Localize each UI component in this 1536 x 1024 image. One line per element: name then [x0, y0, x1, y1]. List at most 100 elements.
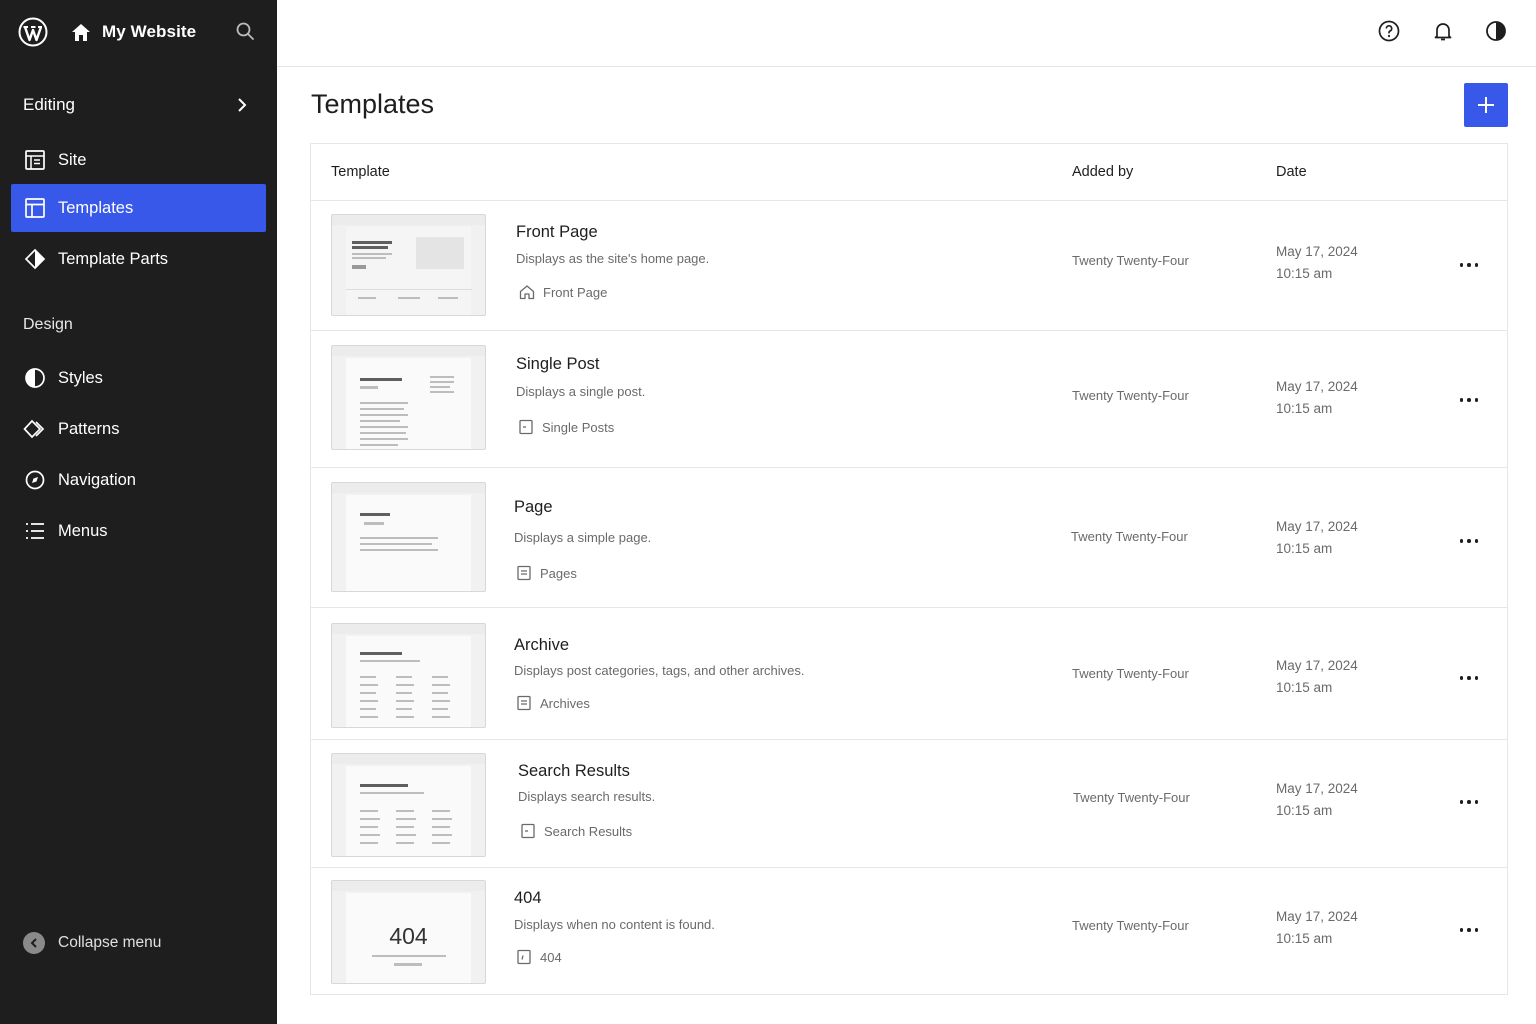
page-icon: [517, 565, 531, 581]
templates-icon: [25, 198, 45, 218]
sidebar-item-patterns[interactable]: Patterns: [11, 405, 266, 453]
template-preview-thumbnail[interactable]: [331, 482, 486, 592]
template-preview-thumbnail[interactable]: 404: [331, 880, 486, 984]
sidebar-item-template-parts[interactable]: Template Parts: [11, 235, 266, 283]
collapse-menu-button[interactable]: Collapse menu: [23, 932, 161, 954]
template-description: Displays a single post.: [516, 384, 646, 399]
top-bar: [277, 0, 1536, 67]
template-meta: 404: [515, 948, 562, 966]
more-actions-icon[interactable]: [1451, 388, 1487, 412]
column-header-template[interactable]: Template: [331, 164, 390, 180]
template-author: Twenty Twenty-Four: [1073, 790, 1190, 805]
sidebar-item-navigation[interactable]: Navigation: [11, 456, 266, 504]
template-author: Twenty Twenty-Four: [1071, 529, 1188, 544]
template-title[interactable]: Archive: [514, 636, 569, 655]
table-row[interactable]: 404 404 Displays when no content is foun…: [311, 868, 1507, 995]
template-meta-label: Front Page: [543, 284, 608, 300]
table-row[interactable]: Page Displays a simple page. Pages Twent…: [311, 468, 1507, 608]
post-icon: [519, 419, 533, 435]
menus-icon: [26, 523, 44, 539]
template-meta: Archives: [515, 694, 590, 712]
template-preview-thumbnail[interactable]: [331, 214, 486, 316]
templates-table: Template Added by Date Front Page Displa…: [310, 143, 1508, 995]
template-meta-label: 404: [540, 949, 562, 965]
template-title[interactable]: Single Post: [516, 355, 599, 374]
template-title[interactable]: Front Page: [516, 223, 598, 242]
date-value: May 17, 2024: [1276, 909, 1358, 924]
template-preview-thumbnail[interactable]: [331, 345, 486, 450]
table-row[interactable]: Archive Displays post categories, tags, …: [311, 608, 1507, 740]
404-icon: [517, 949, 531, 965]
navigation-icon: [25, 470, 45, 490]
template-meta: Single Posts: [517, 418, 614, 436]
collapse-label: Collapse menu: [58, 934, 162, 951]
sidebar-item-label: Navigation: [58, 470, 136, 489]
add-template-button[interactable]: [1464, 83, 1508, 127]
more-actions-icon[interactable]: [1451, 253, 1487, 277]
sidebar-item-styles[interactable]: Styles: [11, 354, 266, 402]
contrast-icon[interactable]: [1484, 19, 1508, 43]
time-value: 10:15 am: [1276, 931, 1333, 946]
bell-icon[interactable]: [1431, 19, 1455, 43]
table-row[interactable]: Single Post Displays a single post. Sing…: [311, 331, 1507, 468]
template-author: Twenty Twenty-Four: [1072, 918, 1189, 933]
sidebar-item-label: Site: [58, 150, 87, 169]
time-value: 10:15 am: [1276, 401, 1333, 416]
main-content: Templates Template Added by Date Front P…: [277, 67, 1536, 1024]
sidebar: My Website Editing Site Templates Templa…: [0, 0, 277, 1024]
template-date: May 17, 2024 10:15 am: [1276, 376, 1358, 420]
home-icon: [519, 285, 535, 300]
styles-icon: [25, 368, 45, 388]
editing-label: Editing: [23, 95, 75, 114]
more-actions-icon[interactable]: [1451, 790, 1487, 814]
patterns-icon: [23, 419, 45, 439]
column-header-added-by[interactable]: Added by: [1072, 164, 1133, 180]
template-title[interactable]: 404: [514, 889, 542, 908]
template-author: Twenty Twenty-Four: [1072, 253, 1189, 268]
sidebar-item-templates[interactable]: Templates: [11, 184, 266, 232]
table-header: Template Added by Date: [311, 144, 1507, 201]
more-actions-icon[interactable]: [1451, 918, 1487, 942]
template-preview-thumbnail[interactable]: [331, 753, 486, 857]
template-date: May 17, 2024 10:15 am: [1276, 655, 1358, 699]
plus-icon: [1478, 97, 1494, 113]
sidebar-item-label: Templates: [58, 198, 134, 217]
date-value: May 17, 2024: [1276, 244, 1358, 259]
sidebar-item-menus[interactable]: Menus: [11, 507, 266, 555]
site-name[interactable]: My Website: [102, 22, 196, 42]
site-icon: [25, 150, 45, 170]
template-title[interactable]: Search Results: [518, 762, 630, 781]
template-date: May 17, 2024 10:15 am: [1276, 906, 1358, 950]
template-date: May 17, 2024 10:15 am: [1276, 778, 1358, 822]
more-actions-icon[interactable]: [1451, 529, 1487, 553]
template-preview-thumbnail[interactable]: [331, 623, 486, 728]
sidebar-item-label: Menus: [58, 521, 108, 540]
time-value: 10:15 am: [1276, 803, 1333, 818]
template-description: Displays when no content is found.: [514, 917, 715, 932]
template-title[interactable]: Page: [514, 498, 553, 517]
template-date: May 17, 2024 10:15 am: [1276, 241, 1358, 285]
time-value: 10:15 am: [1276, 541, 1333, 556]
template-description: Displays post categories, tags, and othe…: [514, 663, 805, 678]
more-actions-icon[interactable]: [1451, 666, 1487, 690]
table-row[interactable]: Search Results Displays search results. …: [311, 740, 1507, 868]
chevron-right-icon: [238, 98, 247, 112]
sidebar-item-label: Patterns: [58, 419, 120, 438]
template-description: Displays a simple page.: [514, 530, 652, 545]
template-author: Twenty Twenty-Four: [1072, 666, 1189, 681]
search-icon[interactable]: [235, 21, 255, 41]
home-icon[interactable]: [70, 21, 92, 43]
sidebar-item-label: Template Parts: [58, 249, 169, 268]
search-results-icon: [521, 823, 535, 839]
template-date: May 17, 2024 10:15 am: [1276, 516, 1358, 560]
editing-back-row[interactable]: Editing: [23, 92, 249, 118]
template-meta-label: Archives: [540, 695, 590, 711]
column-header-date[interactable]: Date: [1276, 164, 1307, 180]
table-row[interactable]: Front Page Displays as the site's home p…: [311, 201, 1507, 331]
template-meta-label: Single Posts: [542, 419, 615, 435]
wordpress-logo-icon[interactable]: [18, 17, 48, 47]
page-title: Templates: [311, 89, 435, 119]
help-icon[interactable]: [1377, 19, 1401, 43]
template-meta: Front Page: [518, 283, 607, 301]
sidebar-item-site[interactable]: Site: [11, 136, 266, 184]
